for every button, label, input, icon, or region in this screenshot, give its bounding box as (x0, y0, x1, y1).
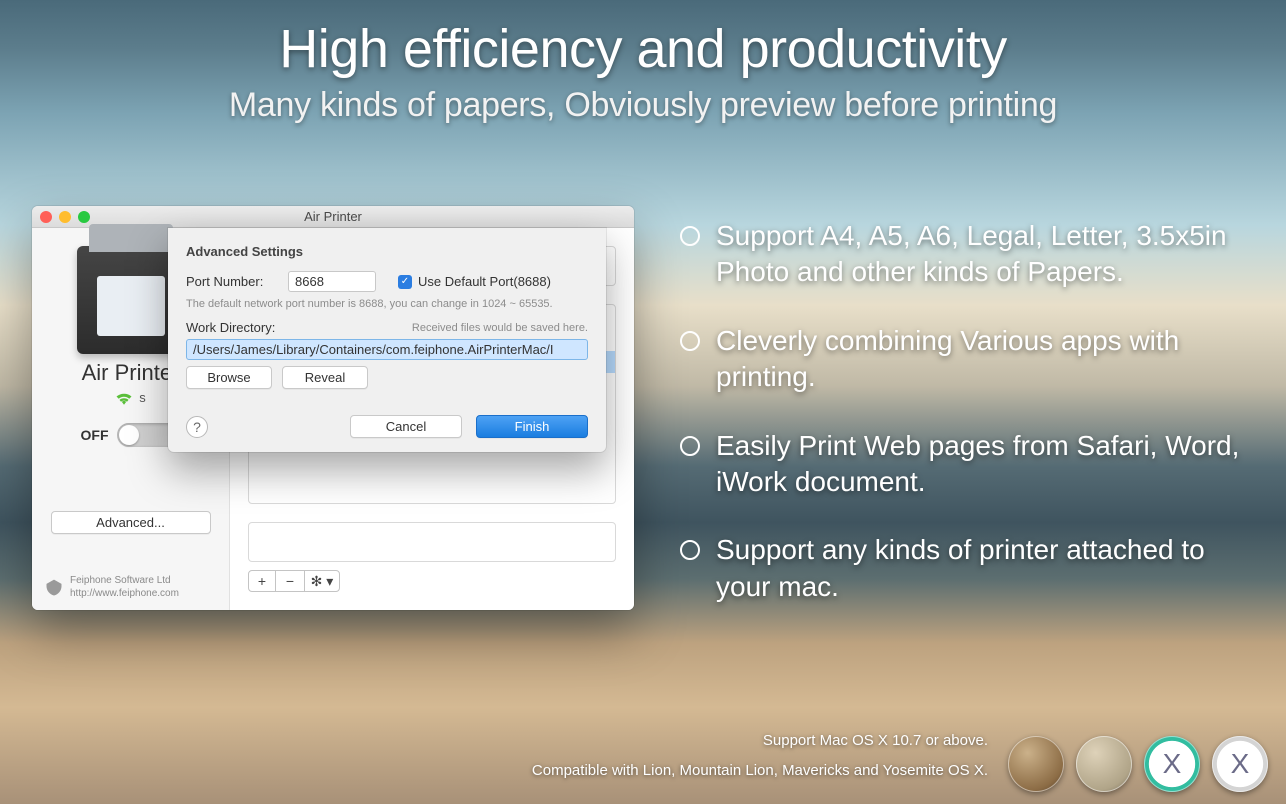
feature-item: Support A4, A5, A6, Legal, Letter, 3.5x5… (680, 218, 1246, 291)
feature-list: Support A4, A5, A6, Legal, Letter, 3.5x5… (680, 218, 1246, 637)
checkbox-checked-icon: ✓ (398, 275, 412, 289)
compat-text: Support Mac OS X 10.7 or above. Compatib… (428, 726, 988, 786)
feature-item: Support any kinds of printer attached to… (680, 532, 1246, 605)
compat-line-1: Support Mac OS X 10.7 or above. (428, 726, 988, 756)
window-title: Air Printer (304, 209, 362, 224)
dir-label: Work Directory: (186, 320, 278, 335)
switch-label: OFF (81, 427, 109, 443)
vendor-info: Feiphone Software Ltd http://www.feiphon… (44, 575, 179, 600)
advanced-settings-sheet: Advanced Settings Port Number: ✓ Use Def… (168, 228, 606, 452)
gear-icon: ✻ (311, 573, 323, 590)
os-mavericks-icon: X (1144, 736, 1200, 792)
dir-hint: Received files would be saved here. (412, 322, 588, 334)
bullet-icon (680, 331, 700, 351)
bullet-icon (680, 226, 700, 246)
port-label: Port Number: (186, 274, 278, 289)
default-port-checkbox[interactable]: ✓ Use Default Port(8688) (398, 274, 551, 289)
help-button[interactable]: ? (186, 416, 208, 438)
wifi-text: s (139, 390, 146, 405)
default-port-label: Use Default Port(8688) (418, 274, 551, 289)
feature-item: Easily Print Web pages from Safari, Word… (680, 428, 1246, 501)
printer-photo-icon (101, 280, 161, 332)
vendor-logo-icon (44, 578, 64, 598)
close-icon[interactable] (40, 211, 52, 223)
os-yosemite-icon: X (1212, 736, 1268, 792)
list-toolbar: + − ✻ ▾ (248, 570, 616, 592)
zoom-icon[interactable] (78, 211, 90, 223)
feature-text: Cleverly combining Various apps with pri… (716, 323, 1246, 396)
feature-text: Support any kinds of printer attached to… (716, 532, 1246, 605)
port-hint: The default network port number is 8688,… (186, 298, 588, 310)
gear-menu-button[interactable]: ✻ ▾ (304, 570, 340, 592)
add-button[interactable]: + (248, 570, 276, 592)
hero-subtitle: Many kinds of papers, Obviously preview … (0, 86, 1286, 125)
remove-button[interactable]: − (276, 570, 304, 592)
os-icon-row: X X (1008, 736, 1268, 792)
section-bottom (248, 522, 616, 562)
bullet-icon (680, 540, 700, 560)
vendor-url: http://www.feiphone.com (70, 588, 179, 601)
dir-input[interactable] (186, 339, 588, 360)
window-controls (40, 211, 90, 223)
port-input[interactable] (288, 271, 376, 292)
compat-line-2: Compatible with Lion, Mountain Lion, Mav… (428, 756, 988, 786)
os-mountain-lion-icon (1076, 736, 1132, 792)
advanced-button[interactable]: Advanced... (51, 511, 211, 534)
feature-text: Easily Print Web pages from Safari, Word… (716, 428, 1246, 501)
sheet-title: Advanced Settings (186, 244, 588, 259)
bullet-icon (680, 436, 700, 456)
finish-button[interactable]: Finish (476, 415, 588, 438)
hero-title: High efficiency and productivity (0, 18, 1286, 80)
feature-item: Cleverly combining Various apps with pri… (680, 323, 1246, 396)
vendor-name: Feiphone Software Ltd (70, 575, 179, 588)
os-lion-icon (1008, 736, 1064, 792)
wifi-icon (115, 391, 133, 405)
cancel-button[interactable]: Cancel (350, 415, 462, 438)
chevron-down-icon: ▾ (326, 573, 333, 590)
minimize-icon[interactable] (59, 211, 71, 223)
browse-button[interactable]: Browse (186, 366, 272, 389)
feature-text: Support A4, A5, A6, Legal, Letter, 3.5x5… (716, 218, 1246, 291)
reveal-button[interactable]: Reveal (282, 366, 368, 389)
